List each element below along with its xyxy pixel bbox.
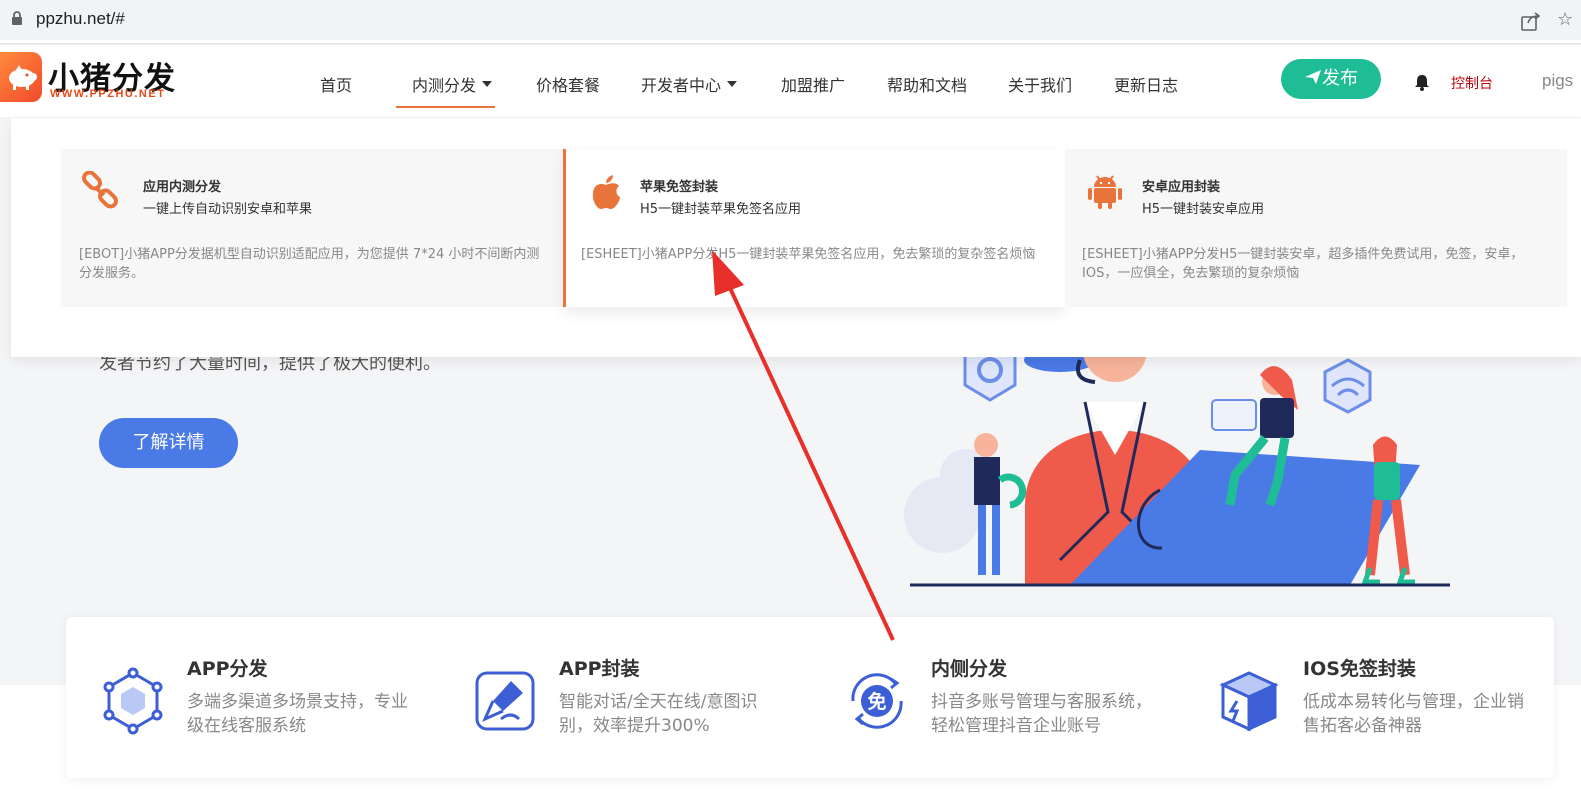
box-icon (1219, 671, 1279, 732)
nav-item-label: 开发者中心 (641, 76, 722, 95)
feature-ios-wrap[interactable]: IOS免签封装 低成本易转化与管理，企业销售拓客必备神器 (1182, 617, 1554, 778)
card-description: [ESHEET]小猪APP分发H5一键封装安卓，超多插件免费试用，免签，安卓，I… (1082, 247, 1524, 281)
card-title: 应用内测分发 (143, 180, 222, 195)
nav-item-home[interactable]: 首页 (320, 72, 352, 96)
console-link[interactable]: 控制台 (1451, 73, 1493, 93)
feature-title: IOS免签封装 (1303, 658, 1416, 680)
beta-distribution-dropdown: 应用内测分发 一键上传自动识别安卓和苹果 [EBOT]小猪APP分发据机型自动识… (11, 118, 1581, 357)
features-panel: APP分发 多端多渠道多场景支持，专业级在线客服系统 APP封装 智能对话/全天… (66, 617, 1554, 778)
nav-item-affiliate[interactable]: 加盟推广 (781, 72, 845, 96)
cube-network-icon (103, 667, 163, 735)
feature-description: 多端多渠道多场景支持，专业级在线客服系统 (187, 692, 408, 736)
nav-item-beta-distribution[interactable]: 内测分发 (412, 72, 493, 96)
lock-icon (12, 11, 22, 25)
caret-down-icon (727, 81, 738, 87)
publish-label: 发布 (1322, 68, 1358, 89)
card-subtitle: H5一键封装安卓应用 (1142, 202, 1265, 217)
dropdown-card-beta-distribution[interactable]: 应用内测分发 一键上传自动识别安卓和苹果 [EBOT]小猪APP分发据机型自动识… (61, 149, 563, 307)
omnibox[interactable]: ppzhu.net/# ☆ (0, 0, 1581, 40)
pen-icon (475, 671, 535, 731)
card-description: [EBOT]小猪APP分发据机型自动识别适配应用，为您提供 7*24 小时不间断… (79, 247, 540, 281)
feature-app-distribution[interactable]: APP分发 多端多渠道多场景支持，专业级在线客服系统 (66, 617, 438, 778)
url-text[interactable]: ppzhu.net/# (36, 9, 125, 29)
feature-description: 低成本易转化与管理，企业销售拓客必备神器 (1303, 692, 1524, 736)
svg-text:免: 免 (867, 690, 886, 713)
bell-icon[interactable] (1413, 73, 1431, 91)
nav-item-label: 内测分发 (412, 76, 477, 95)
nav-item-developer-center[interactable]: 开发者中心 (641, 72, 738, 96)
nav-active-indicator (396, 106, 495, 108)
dropdown-card-apple-wrap[interactable]: 苹果免签封装 H5一键封装苹果免签名应用 [ESHEET]小猪APP分发H5一键… (563, 149, 1065, 307)
browser-address-bar: ppzhu.net/# ☆ (0, 0, 1581, 44)
feature-title: APP封装 (559, 658, 640, 680)
apple-icon (592, 175, 620, 209)
feature-description: 智能对话/全天在线/意图识别，效率提升300% (559, 692, 758, 736)
caret-down-icon (482, 81, 493, 87)
share-icon[interactable] (1520, 10, 1542, 32)
publish-button[interactable]: 发布 (1281, 59, 1381, 99)
nav-item-changelog[interactable]: 更新日志 (1114, 72, 1178, 96)
site-navbar: 小猪分发 WWW.PPZHU.NET 首页 内测分发 价格套餐 开发者中心 加盟… (0, 45, 1581, 117)
bookmark-star-icon[interactable]: ☆ (1557, 9, 1573, 30)
learn-more-button[interactable]: 了解详情 (99, 418, 238, 468)
android-icon (1088, 175, 1122, 209)
feature-title: 内侧分发 (931, 658, 1008, 680)
nav-item-about[interactable]: 关于我们 (1008, 72, 1072, 96)
send-icon (1305, 70, 1321, 84)
logo-pig-icon[interactable] (0, 52, 42, 102)
card-subtitle: H5一键封装苹果免签名应用 (640, 202, 802, 217)
logo-subtitle: WWW.PPZHU.NET (50, 88, 166, 100)
card-title: 苹果免签封装 (640, 180, 719, 195)
feature-app-wrap[interactable]: APP封装 智能对话/全天在线/意图识别，效率提升300% (438, 617, 810, 778)
feature-title: APP分发 (187, 658, 268, 680)
nav-item-help-docs[interactable]: 帮助和文档 (887, 72, 967, 96)
free-badge-icon: 免 (851, 673, 903, 729)
link-icon (82, 171, 118, 209)
dropdown-card-android-wrap[interactable]: 安卓应用封装 H5一键封装安卓应用 [ESHEET]小猪APP分发H5一键封装安… (1065, 149, 1567, 307)
card-title: 安卓应用封装 (1142, 180, 1221, 195)
username-link[interactable]: pigs (1542, 71, 1573, 91)
card-subtitle: 一键上传自动识别安卓和苹果 (143, 202, 313, 217)
feature-internal-distribution[interactable]: 免 内侧分发 抖音多账号管理与客服系统，轻松管理抖音企业账号 (810, 617, 1182, 778)
feature-description: 抖音多账号管理与客服系统，轻松管理抖音企业账号 (931, 692, 1152, 736)
nav-item-pricing[interactable]: 价格套餐 (536, 72, 600, 96)
card-description: [ESHEET]小猪APP分发H5一键封装苹果免签名应用，免去繁琐的复杂签名烦恼 (581, 247, 1036, 262)
